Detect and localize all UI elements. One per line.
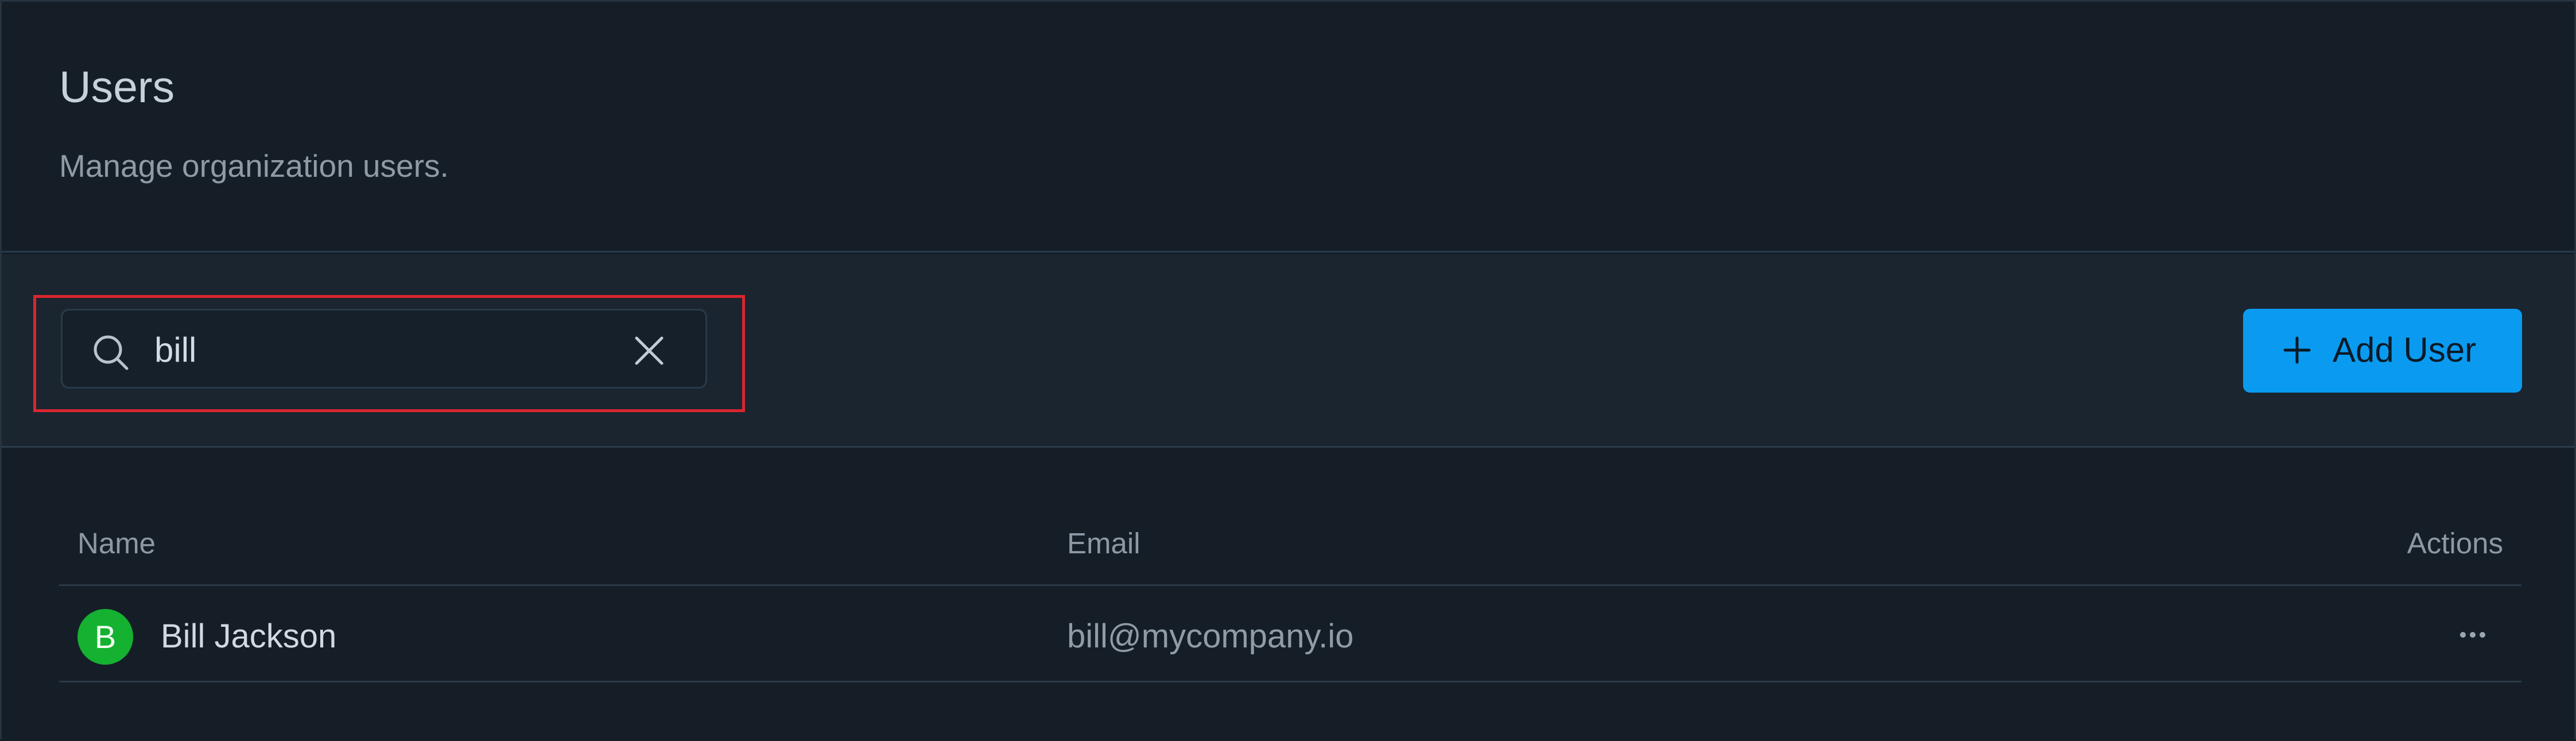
close-icon[interactable] <box>631 332 668 369</box>
users-table-area: Name Email Actions B Bill Jackson bill@m… <box>2 449 2574 741</box>
column-header-actions: Actions <box>2407 527 2503 560</box>
search-input[interactable] <box>154 328 602 371</box>
add-user-button[interactable]: Add User <box>2243 309 2522 393</box>
users-toolbar: Add User <box>2 254 2574 448</box>
plus-icon <box>2283 336 2311 364</box>
search-icon <box>94 335 129 370</box>
more-horizontal-icon[interactable] <box>2453 618 2493 652</box>
users-panel: Users Manage organization users. Add Use… <box>0 0 2576 741</box>
add-user-label: Add User <box>2333 331 2477 369</box>
page-title: Users <box>59 63 175 112</box>
user-email: bill@mycompany.io <box>1067 618 1354 655</box>
page-subtitle: Manage organization users. <box>59 148 449 184</box>
table-row: B Bill Jackson bill@mycompany.io <box>59 588 2521 682</box>
users-header: Users Manage organization users. <box>2 2 2574 253</box>
table-header: Name Email Actions <box>59 449 2521 586</box>
search-field[interactable] <box>61 309 707 389</box>
avatar: B <box>77 609 133 665</box>
user-name: Bill Jackson <box>161 618 337 655</box>
column-header-email: Email <box>1067 527 1140 560</box>
column-header-name: Name <box>77 527 156 560</box>
